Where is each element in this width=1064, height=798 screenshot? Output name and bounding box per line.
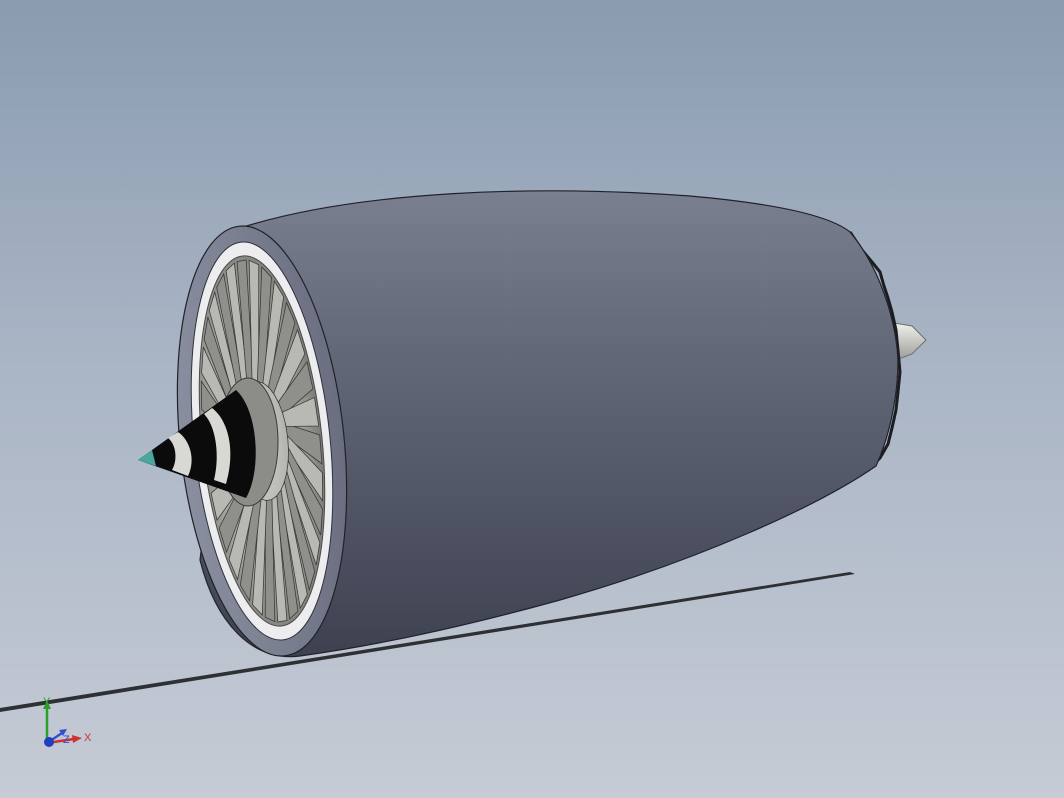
x-axis-label: X (84, 732, 92, 744)
y-axis-label: Y (43, 696, 51, 708)
origin-icon (44, 737, 54, 747)
z-axis-label: Z (63, 734, 70, 746)
axis-triad: Y X Z (43, 696, 92, 747)
x-axis-arrow-icon (72, 735, 82, 743)
jet-engine-model[interactable] (0, 0, 1064, 798)
3d-viewport[interactable]: Y X Z (0, 0, 1064, 798)
